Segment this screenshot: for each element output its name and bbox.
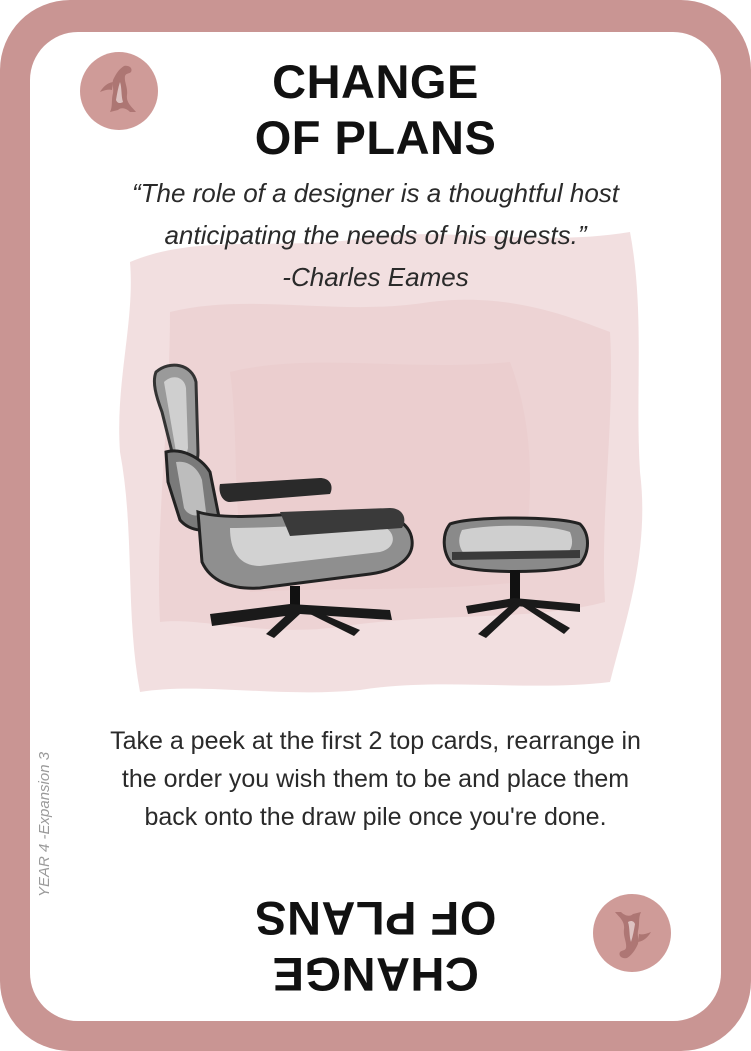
card-face: CHANGE OF PLANS “The role of a designer … (30, 32, 721, 1021)
penguin-emblem-icon-inverted (593, 894, 671, 972)
card-description: Take a peek at the first 2 top cards, re… (110, 727, 641, 831)
edition-label: YEAR 4 -Expansion 3 (36, 751, 53, 897)
lounge-chair-ottoman-illustration (152, 363, 589, 638)
designer-quote: “The role of a designer is a thoughtful … (131, 178, 620, 292)
card-frame: CHANGE OF PLANS “The role of a designer … (0, 0, 751, 1051)
card-title: CHANGE OF PLANS (254, 55, 497, 164)
